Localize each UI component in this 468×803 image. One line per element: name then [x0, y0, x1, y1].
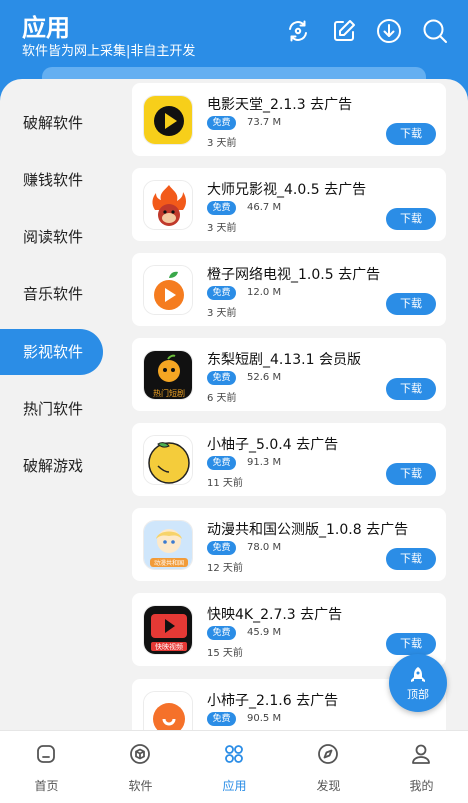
download-button[interactable]: 下载 [386, 633, 436, 655]
tab-discover[interactable]: 发现 [282, 731, 375, 803]
tab-label: 应用 [222, 779, 247, 793]
user-icon [412, 744, 430, 764]
sidebar-item-money-software[interactable]: 赚钱软件 [0, 157, 103, 203]
apps-icon [225, 745, 243, 763]
app-time: 3 天前 [207, 138, 237, 149]
tab-label: 首页 [34, 779, 59, 793]
app-card[interactable]: 小柚子_5.0.4 去广告 免费 91.3 M 11 天前 下载 [132, 423, 446, 496]
persimmon-app-icon [143, 691, 193, 730]
free-badge: 免费 [207, 456, 236, 470]
app-size: 12.0 M [247, 287, 282, 298]
app-name: 大师兄影视_4.0.5 去广告 [207, 182, 367, 198]
app-name: 橙子网络电视_1.0.5 去广告 [207, 267, 381, 283]
app-name: 动漫共和国公测版_1.0.8 去广告 [207, 522, 409, 538]
sidebar-item-reading-software[interactable]: 阅读软件 [0, 214, 103, 260]
tab-apps[interactable]: 应用 [188, 731, 281, 803]
refresh-icon[interactable] [285, 18, 311, 44]
free-badge: 免费 [207, 116, 236, 130]
app-icon-label: 热门短剧 [153, 388, 185, 398]
back-to-top-label: 顶部 [407, 688, 429, 701]
search-icon[interactable] [422, 18, 448, 44]
page-title: 应用 [22, 14, 70, 42]
pomelo-app-icon [143, 435, 193, 485]
app-card[interactable]: 动漫共和国 动漫共和国公测版_1.0.8 去广告 免费 78.0 M 12 天前… [132, 508, 446, 581]
free-badge: 免费 [207, 371, 236, 385]
page-subtitle: 软件皆为网上采集|非自主开发 [22, 44, 196, 59]
app-card[interactable]: 橙子网络电视_1.0.5 去广告 免费 12.0 M 3 天前 下载 [132, 253, 446, 326]
tab-home[interactable]: 首页 [0, 731, 93, 803]
sidebar-item-music-software[interactable]: 音乐软件 [0, 271, 103, 317]
content-area: 破解软件 赚钱软件 阅读软件 音乐软件 影视软件 热门软件 破解游戏 电影天堂_… [0, 79, 468, 730]
app-icon-label: 快映视频 [155, 642, 183, 651]
pear-drama-app-icon: 热门短剧 [143, 350, 193, 400]
tab-label: 发现 [316, 779, 341, 793]
free-badge: 免费 [207, 286, 236, 300]
app-time: 12 天前 [207, 563, 243, 574]
app-card[interactable]: 大师兄影视_4.0.5 去广告 免费 46.7 M 3 天前 下载 [132, 168, 446, 241]
app-name: 小柿子_2.1.6 去广告 [207, 693, 339, 709]
free-badge: 免费 [207, 541, 236, 555]
app-size: 90.5 M [247, 713, 282, 724]
download-button[interactable]: 下载 [386, 548, 436, 570]
app-size: 78.0 M [247, 542, 282, 553]
app-time: 15 天前 [207, 648, 243, 659]
download-button[interactable]: 下载 [386, 123, 436, 145]
back-to-top-button[interactable]: 顶部 [389, 654, 447, 712]
download-button[interactable]: 下载 [386, 378, 436, 400]
app-name: 快映4K_2.7.3 去广告 [207, 607, 343, 623]
app-size: 52.6 M [247, 372, 282, 383]
app-card[interactable]: 电影天堂_2.1.3 去广告 免费 73.7 M 3 天前 下载 [132, 83, 446, 156]
compass-icon [318, 744, 338, 764]
tab-mine[interactable]: 我的 [375, 731, 468, 803]
tab-software[interactable]: 软件 [94, 731, 187, 803]
rocket-icon [411, 667, 425, 682]
orange-tv-app-icon [143, 265, 193, 315]
kuaiying-app-icon: 快映视频 [143, 605, 193, 655]
app-time: 3 天前 [207, 308, 237, 319]
anime-republic-app-icon: 动漫共和国 [143, 520, 193, 570]
download-icon[interactable] [376, 18, 402, 44]
sidebar-item-crack-games[interactable]: 破解游戏 [0, 443, 103, 489]
download-button[interactable]: 下载 [386, 208, 436, 230]
app-name: 小柚子_5.0.4 去广告 [207, 437, 339, 453]
tab-label: 我的 [409, 779, 434, 793]
cube-icon [130, 744, 150, 764]
app-time: 6 天前 [207, 393, 237, 404]
home-icon [37, 745, 55, 763]
monkey-app-icon [143, 180, 193, 230]
free-badge: 免费 [207, 712, 236, 726]
app-size: 91.3 M [247, 457, 282, 468]
app-name: 电影天堂_2.1.3 去广告 [207, 97, 353, 113]
app-size: 46.7 M [247, 202, 282, 213]
free-badge: 免费 [207, 626, 236, 640]
app-card[interactable]: 快映视频 快映4K_2.7.3 去广告 免费 45.9 M 15 天前 下载 [132, 593, 446, 666]
app-time: 3 天前 [207, 223, 237, 234]
app-size: 45.9 M [247, 627, 282, 638]
app-icon-label: 动漫共和国 [154, 559, 184, 567]
sidebar-item-hot-software[interactable]: 热门软件 [0, 386, 103, 432]
movie-heaven-app-icon [143, 95, 193, 145]
tab-label: 软件 [128, 779, 153, 793]
app-size: 73.7 M [247, 117, 282, 128]
download-button[interactable]: 下载 [386, 463, 436, 485]
edit-icon[interactable] [331, 18, 357, 44]
free-badge: 免费 [207, 201, 236, 215]
bottom-tabbar: 首页 软件 应用 发现 我的 [0, 730, 468, 803]
app-name: 东梨短剧_4.13.1 会员版 [207, 352, 361, 368]
download-button[interactable]: 下载 [386, 293, 436, 315]
sidebar-item-video-software[interactable]: 影视软件 [0, 329, 103, 375]
app-time: 11 天前 [207, 478, 243, 489]
app-card[interactable]: 热门短剧 东梨短剧_4.13.1 会员版 免费 52.6 M 6 天前 下载 [132, 338, 446, 411]
sidebar-item-crack-software[interactable]: 破解软件 [0, 100, 103, 146]
